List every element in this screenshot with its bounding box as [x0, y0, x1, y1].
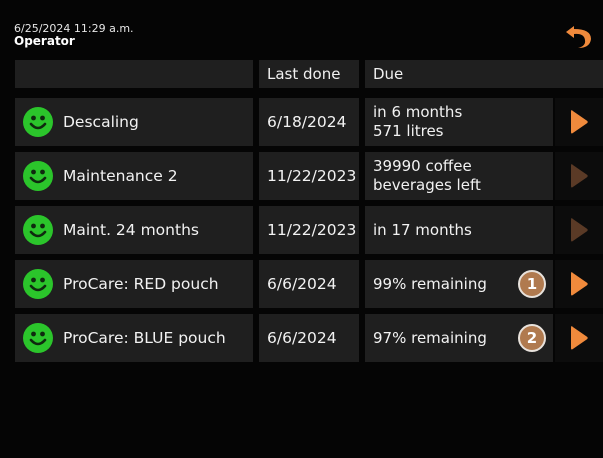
step-badge: 2: [518, 324, 546, 352]
due-line-1: 39990 coffee: [373, 157, 472, 175]
due-line-2: 571 litres: [373, 122, 444, 140]
last-done-date: 11/22/2023: [267, 221, 357, 239]
status-header: 6/25/2024 11:29 a.m. Operator: [14, 22, 134, 48]
column-header-name: [15, 60, 253, 88]
task-name: Maint. 24 months: [63, 221, 199, 239]
due-text: 99% remaining: [365, 275, 487, 294]
task-name: ProCare: BLUE pouch: [63, 329, 226, 347]
task-name-cell: ProCare: BLUE pouch: [15, 314, 253, 362]
last-done-date: 6/18/2024: [267, 113, 347, 131]
due-line-1: 97% remaining: [373, 328, 487, 347]
due-line-1: in 17 months: [373, 220, 472, 239]
due-text: 97% remaining: [365, 329, 487, 348]
play-arrow-icon: [571, 326, 588, 350]
row-action-button[interactable]: [555, 206, 603, 254]
back-button[interactable]: [562, 18, 596, 52]
smiley-icon: [23, 269, 53, 299]
last-done-cell: 11/22/2023: [259, 152, 359, 200]
user-label: Operator: [14, 34, 75, 48]
last-done-cell: 6/6/2024: [259, 260, 359, 308]
play-arrow-icon: [571, 218, 588, 242]
row-action-button[interactable]: [555, 314, 603, 362]
task-name-cell: Maintenance 2: [15, 152, 253, 200]
last-done-date: 6/6/2024: [267, 329, 337, 347]
play-arrow-icon: [571, 272, 588, 296]
task-name: ProCare: RED pouch: [63, 275, 219, 293]
task-name-cell: Descaling: [15, 98, 253, 146]
row-action-button[interactable]: [555, 260, 603, 308]
last-done-date: 6/6/2024: [267, 275, 337, 293]
due-line-1: 99% remaining: [373, 274, 487, 293]
last-done-cell: 11/22/2023: [259, 206, 359, 254]
step-badge: 1: [518, 270, 546, 298]
due-text: in 6 months 571 litres: [365, 103, 462, 141]
smiley-icon: [23, 323, 53, 353]
last-done-cell: 6/6/2024: [259, 314, 359, 362]
due-cell: 39990 coffee beverages left: [365, 152, 553, 200]
task-name-cell: Maint. 24 months: [15, 206, 253, 254]
back-arrow-icon: [566, 26, 591, 48]
due-cell: in 17 months: [365, 206, 553, 254]
due-cell: in 6 months 571 litres: [365, 98, 553, 146]
last-done-cell: 6/18/2024: [259, 98, 359, 146]
due-text: in 17 months: [365, 221, 472, 240]
play-arrow-icon: [571, 164, 588, 188]
row-action-button[interactable]: [555, 152, 603, 200]
smiley-icon: [23, 161, 53, 191]
task-name-cell: ProCare: RED pouch: [15, 260, 253, 308]
due-line-1: in 6 months: [373, 103, 463, 121]
smiley-icon: [23, 215, 53, 245]
due-text: 39990 coffee beverages left: [365, 157, 481, 195]
task-name: Maintenance 2: [63, 167, 178, 185]
row-action-button[interactable]: [555, 98, 603, 146]
column-header-due: Due: [365, 60, 603, 88]
last-done-date: 11/22/2023: [267, 167, 357, 185]
due-line-2: beverages left: [373, 176, 481, 194]
column-header-last-done: Last done: [259, 60, 359, 88]
smiley-icon: [23, 107, 53, 137]
task-name: Descaling: [63, 113, 139, 131]
play-arrow-icon: [571, 110, 588, 134]
